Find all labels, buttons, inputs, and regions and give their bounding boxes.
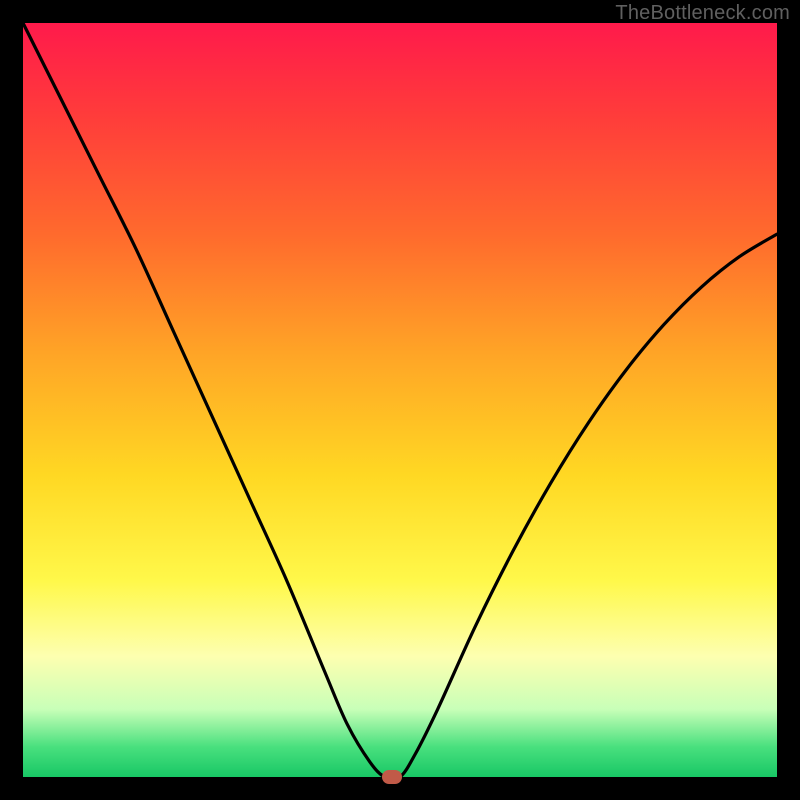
- watermark-text: TheBottleneck.com: [615, 2, 790, 25]
- bottleneck-curve: [23, 23, 777, 779]
- chart-stage: TheBottleneck.com: [0, 0, 800, 800]
- curve-layer: [23, 23, 777, 777]
- optimum-marker: [382, 770, 402, 784]
- plot-area: [23, 23, 777, 777]
